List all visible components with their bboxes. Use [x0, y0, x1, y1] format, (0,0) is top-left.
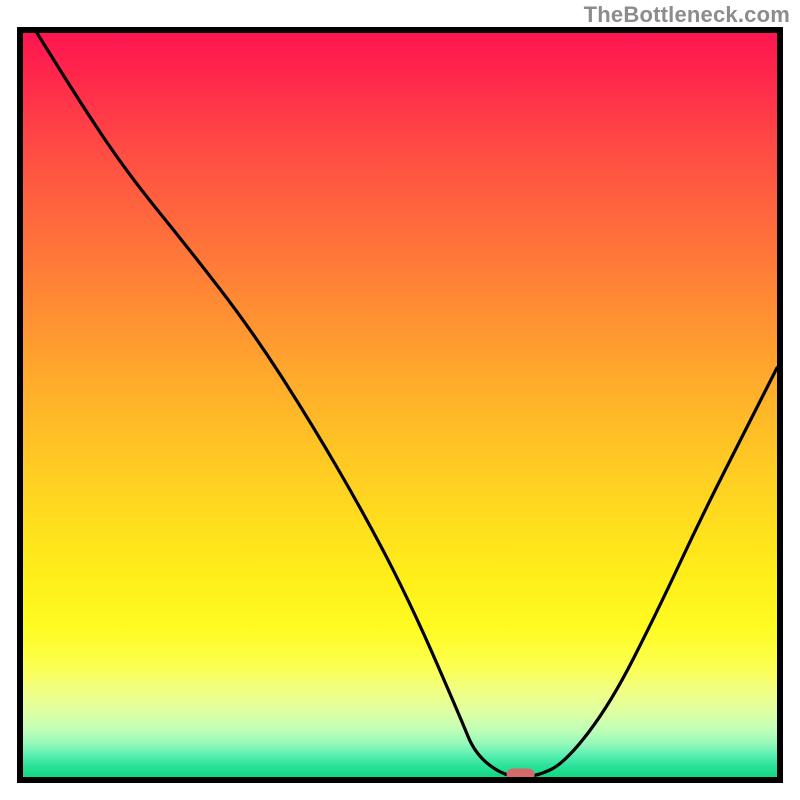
optimal-point-marker — [507, 769, 535, 778]
chart-container: TheBottleneck.com — [0, 0, 800, 800]
bottleneck-curve — [23, 33, 777, 777]
curve-layer — [23, 33, 777, 777]
watermark-text: TheBottleneck.com — [584, 2, 790, 28]
plot-area — [17, 27, 783, 783]
